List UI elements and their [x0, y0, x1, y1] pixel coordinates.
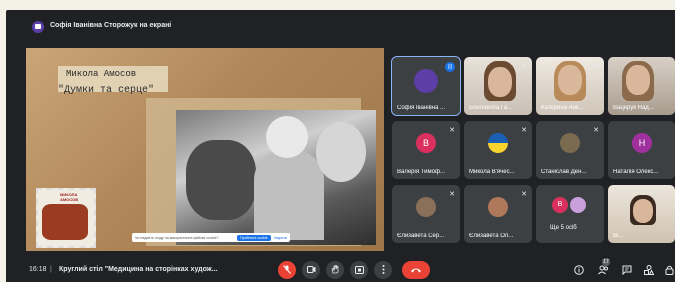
leave-call-button[interactable] — [402, 261, 430, 279]
stamp-label: МИКОЛА АМОСОВ — [60, 192, 79, 202]
mic-off-icon — [283, 265, 291, 274]
participant-tile[interactable]: Ві... — [608, 185, 675, 243]
participant-tile[interactable]: ✕ Станіслав Ден... — [536, 121, 604, 179]
cookie-accept-button[interactable]: Прийняти cookie — [237, 234, 271, 241]
surgery-photo — [176, 110, 376, 245]
chat-button[interactable] — [622, 265, 632, 277]
present-screen-button[interactable] — [350, 261, 368, 279]
avatar: В — [416, 133, 436, 153]
participant-name: Бойлокопа Га... — [469, 105, 513, 111]
info-icon — [574, 265, 584, 275]
present-icon — [354, 266, 364, 274]
speaking-indicator-icon: ||| — [445, 62, 455, 72]
camera-icon — [306, 266, 315, 273]
people-icon — [598, 265, 608, 275]
raise-hand-button[interactable] — [326, 261, 344, 279]
meeting-title: Круглий стіл "Медицина на сторінках худо… — [59, 266, 218, 273]
mic-off-icon: ✕ — [449, 127, 455, 134]
avatar: Н — [632, 133, 652, 153]
participant-name: Єлизавета Ол... — [469, 233, 514, 239]
clock-time: 16:18 — [29, 266, 47, 273]
shared-screen-slide: Микола Амосов "Думки та серце" МИКОЛА АМ… — [26, 48, 384, 251]
call-controls-bar: 16:18 | Круглий стіл "Медицина на сторін… — [6, 250, 675, 282]
participant-tile[interactable]: ✕ Микола В'ячес... — [464, 121, 532, 179]
more-participants-label: Ще 5 осіб — [550, 225, 577, 231]
avatar — [570, 197, 586, 213]
participant-tile[interactable]: ✕ Єлизавета Сер... — [392, 185, 460, 243]
avatar: В — [552, 197, 568, 213]
slide-title: Микола Амосов — [66, 69, 137, 79]
participant-tile[interactable]: Н Наталія Олекс... — [608, 121, 675, 179]
lock-person-icon — [665, 265, 674, 275]
people-button[interactable] — [598, 265, 609, 277]
participants-count-badge: 17 — [602, 258, 610, 266]
participant-tile[interactable]: ✕ Бойлокопа Га... — [464, 57, 532, 115]
avatar — [416, 197, 436, 217]
meet-window: Софія Іванівна Сторожук на екрані Микола… — [6, 10, 675, 282]
avatar — [414, 69, 438, 93]
participant-name: Ві... — [613, 233, 624, 239]
participant-name: Вацерук Над... — [613, 105, 654, 111]
presenting-avatar-icon — [32, 21, 44, 33]
participant-tile[interactable]: Вацерук Над... — [608, 57, 675, 115]
participant-name: Валерія Тимоф... — [397, 169, 445, 175]
mic-off-icon: ✕ — [521, 63, 527, 70]
meeting-info-button[interactable] — [574, 265, 584, 277]
mic-off-icon: ✕ — [593, 127, 599, 134]
mic-off-icon: ✕ — [521, 191, 527, 198]
participant-tile[interactable]: ✕ Єлизавета Ол... — [464, 185, 532, 243]
postage-stamp-image: МИКОЛА АМОСОВ — [36, 188, 96, 248]
hand-icon — [331, 265, 339, 274]
participant-name: Катерина Анк... — [541, 105, 584, 111]
participant-name: Софія Іванівна ... — [397, 105, 446, 111]
participant-name: Станіслав Ден... — [541, 169, 587, 175]
cookie-text: Чи надаєте згоду на використання файлів … — [135, 235, 219, 240]
participant-name: Микола В'ячес... — [469, 169, 515, 175]
camera-toggle-button[interactable] — [302, 261, 320, 279]
participant-name: Єлизавета Сер... — [397, 233, 445, 239]
mic-toggle-button[interactable] — [278, 261, 296, 279]
more-vert-icon — [382, 265, 384, 274]
presenter-bar: Софія Іванівна Сторожук на екрані — [6, 10, 675, 44]
shapes-icon — [644, 265, 655, 275]
cookie-close-button[interactable]: Закрити — [274, 236, 287, 240]
cookie-banner: Чи надаєте згоду на використання файлів … — [132, 233, 290, 242]
avatar — [488, 133, 508, 153]
mic-off-icon: ✕ — [449, 191, 455, 198]
participant-tile[interactable]: ||| Софія Іванівна ... — [391, 56, 461, 116]
slide-subtitle: "Думки та серце" — [58, 85, 155, 96]
more-participants-tile[interactable]: В Ще 5 осіб — [536, 185, 604, 243]
activities-button[interactable] — [644, 265, 655, 277]
participant-tile[interactable]: В ✕ Валерія Тимоф... — [392, 121, 460, 179]
host-controls-button[interactable] — [665, 265, 674, 277]
avatar — [488, 197, 508, 217]
mic-off-icon: ✕ — [593, 63, 599, 70]
chat-icon — [622, 265, 632, 276]
participant-tile[interactable]: ✕ Катерина Анк... — [536, 57, 604, 115]
presenter-label: Софія Іванівна Сторожук на екрані — [50, 22, 172, 29]
mic-off-icon: ✕ — [521, 127, 527, 134]
participant-name: Наталія Олекс... — [613, 169, 659, 175]
hang-up-icon — [411, 268, 421, 273]
more-options-button[interactable] — [374, 261, 392, 279]
avatar — [560, 133, 580, 153]
separator: | — [50, 266, 52, 273]
